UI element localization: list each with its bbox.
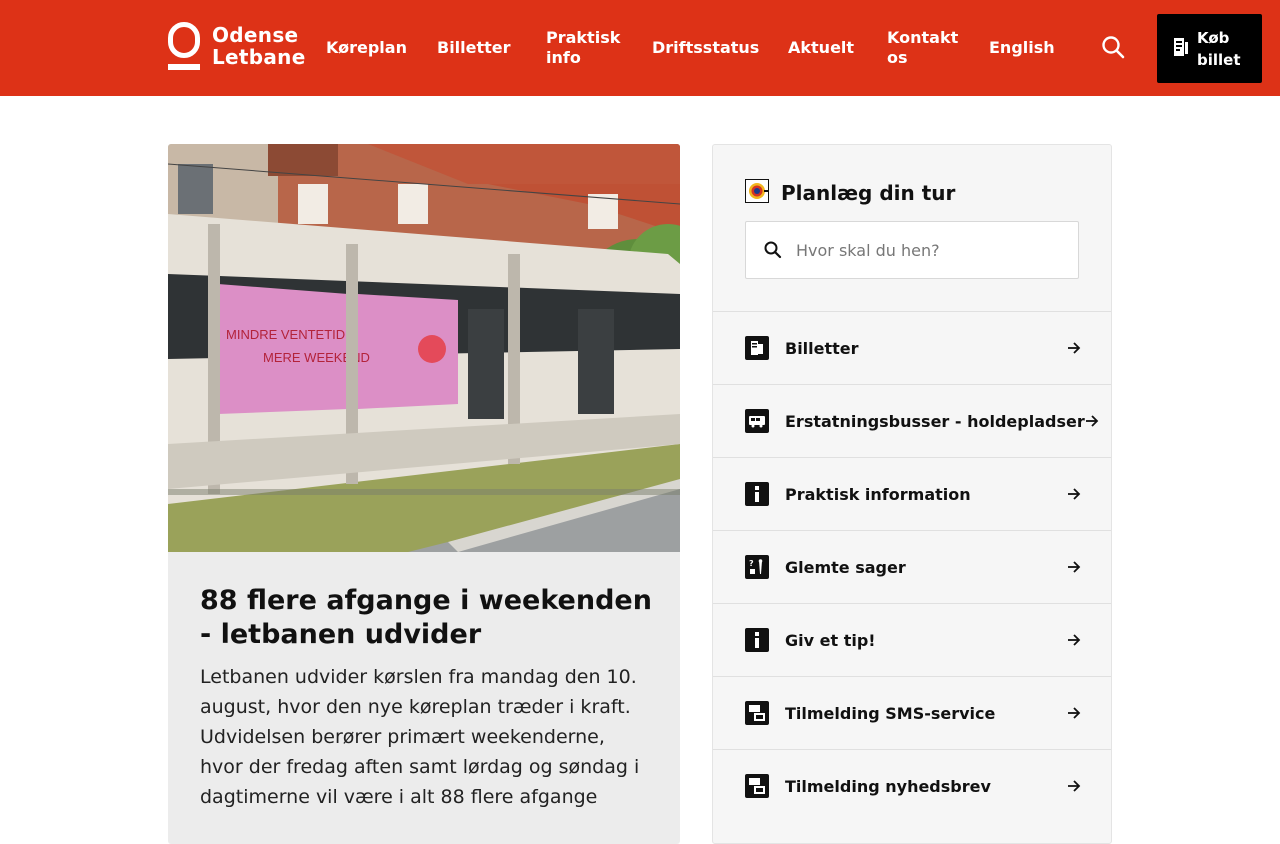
ticket-icon bbox=[1173, 36, 1189, 62]
article-image-tram: MINDRE VENTETID MERE WEEKEND bbox=[168, 144, 680, 552]
link-erstatningsbusser[interactable]: Erstatningsbusser - holdepladser bbox=[713, 384, 1111, 457]
nav-item-praktisk-info[interactable]: Praktisk info bbox=[546, 0, 621, 96]
nav-item-driftsstatus[interactable]: Driftsstatus bbox=[652, 0, 759, 96]
arrow-right-icon bbox=[1068, 707, 1081, 719]
destination-search-input[interactable] bbox=[796, 240, 1056, 260]
nav-label: Aktuelt bbox=[788, 38, 855, 57]
lost-items-icon: ? bbox=[745, 555, 769, 579]
link-label: Erstatningsbusser - holdepladser bbox=[785, 411, 1085, 431]
nav-label: Billetter bbox=[437, 38, 511, 57]
article-body: Letbanen udvider kørslen fra mandag den … bbox=[200, 666, 640, 808]
nav-item-koereplan[interactable]: Køreplan bbox=[326, 0, 407, 96]
bus-icon bbox=[745, 409, 769, 433]
svg-text:?: ? bbox=[749, 559, 754, 568]
buy-ticket-label: Køb billet bbox=[1197, 28, 1241, 69]
quick-links-list: Billetter Erstatningsbusser - holdeplads… bbox=[713, 311, 1111, 822]
arrow-right-icon bbox=[1068, 561, 1081, 573]
news-article-card[interactable]: MINDRE VENTETID MERE WEEKEND 88 flere af… bbox=[168, 144, 680, 844]
search-icon bbox=[764, 241, 782, 259]
logo-text: Odense Letbane bbox=[212, 24, 306, 68]
logo-line-2: Letbane bbox=[212, 45, 306, 69]
search-icon[interactable] bbox=[1100, 34, 1128, 62]
link-label: Giv et tip! bbox=[785, 630, 876, 650]
svg-text:MINDRE VENTETID: MINDRE VENTETID bbox=[226, 327, 345, 342]
nav-label: Praktisk info bbox=[546, 28, 621, 67]
nav-label: Driftsstatus bbox=[652, 38, 760, 57]
planner-target-icon bbox=[745, 179, 769, 207]
arrow-right-icon bbox=[1068, 634, 1081, 646]
article-title[interactable]: 88 flere afgange i weekenden - letbanen … bbox=[200, 584, 660, 652]
link-giv-et-tip[interactable]: Giv et tip! bbox=[713, 603, 1111, 676]
info-icon bbox=[745, 482, 769, 506]
ticket-icon bbox=[745, 336, 769, 360]
link-label: Billetter bbox=[785, 338, 859, 358]
link-label: Glemte sager bbox=[785, 557, 906, 577]
buy-ticket-button[interactable]: Køb billet bbox=[1157, 14, 1262, 83]
link-sms-service[interactable]: Tilmelding SMS-service bbox=[713, 676, 1111, 749]
planner-heading: Planlæg din tur bbox=[745, 179, 955, 207]
nav-label: Køreplan bbox=[326, 38, 407, 57]
arrow-right-icon bbox=[1068, 780, 1081, 792]
link-label: Praktisk information bbox=[785, 484, 971, 504]
info-icon bbox=[745, 628, 769, 652]
link-billetter[interactable]: Billetter bbox=[713, 311, 1111, 384]
sms-icon bbox=[745, 701, 769, 725]
arrow-right-icon bbox=[1068, 342, 1081, 354]
link-nyhedsbrev[interactable]: Tilmelding nyhedsbrev bbox=[713, 749, 1111, 822]
logo-mark bbox=[168, 22, 200, 70]
planner-title: Planlæg din tur bbox=[781, 181, 956, 205]
site-logo[interactable]: Odense Letbane bbox=[168, 22, 306, 70]
link-praktisk-information[interactable]: Praktisk information bbox=[713, 457, 1111, 530]
site-header: Odense Letbane Køreplan Billetter Prakti… bbox=[0, 0, 1280, 96]
link-label: Tilmelding nyhedsbrev bbox=[785, 776, 991, 796]
nav-item-billetter[interactable]: Billetter bbox=[437, 0, 511, 96]
newsletter-icon bbox=[745, 774, 769, 798]
nav-item-english[interactable]: English bbox=[989, 0, 1055, 96]
nav-label: English bbox=[989, 38, 1055, 57]
arrow-right-icon bbox=[1068, 488, 1081, 500]
arrow-right-icon bbox=[1085, 415, 1098, 427]
link-label: Tilmelding SMS-service bbox=[785, 703, 996, 723]
nav-item-kontakt-os[interactable]: Kontakt os bbox=[887, 0, 959, 96]
trip-planner-panel: Planlæg din tur Billetter Erstatningsbus… bbox=[712, 144, 1112, 844]
nav-label: Kontakt os bbox=[887, 28, 959, 67]
logo-line-1: Odense bbox=[212, 23, 299, 47]
nav-item-aktuelt[interactable]: Aktuelt bbox=[788, 0, 854, 96]
link-glemte-sager[interactable]: ? Glemte sager bbox=[713, 530, 1111, 603]
destination-search-box[interactable] bbox=[745, 221, 1079, 279]
